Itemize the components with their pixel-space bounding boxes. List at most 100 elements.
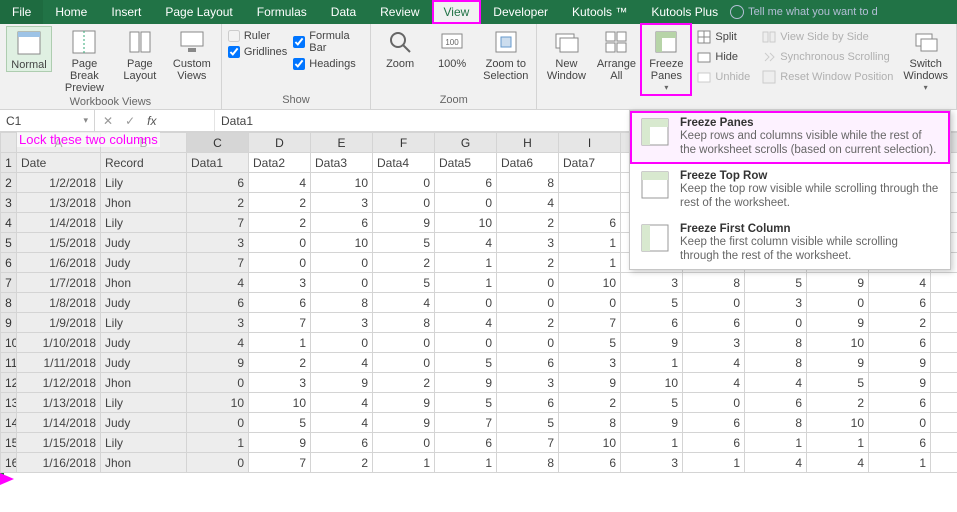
- cell[interactable]: 1/16/2018: [17, 453, 101, 473]
- cell[interactable]: 4: [683, 373, 745, 393]
- tell-me[interactable]: Tell me what you want to d: [730, 0, 890, 24]
- cell[interactable]: 8: [373, 313, 435, 333]
- cell[interactable]: Data4: [373, 153, 435, 173]
- cell[interactable]: [931, 313, 957, 333]
- cell[interactable]: 2: [249, 213, 311, 233]
- cell[interactable]: 6: [683, 413, 745, 433]
- cell[interactable]: 1: [435, 253, 497, 273]
- split-button[interactable]: Split: [693, 28, 754, 46]
- cell[interactable]: 9: [311, 373, 373, 393]
- cell[interactable]: 1: [807, 433, 869, 453]
- cell[interactable]: Date: [17, 153, 101, 173]
- cell[interactable]: [931, 413, 957, 433]
- custom-views-button[interactable]: Custom Views: [169, 26, 215, 82]
- zoom-to-selection-button[interactable]: Zoom to Selection: [481, 26, 530, 82]
- page-break-preview-button[interactable]: Page Break Preview: [58, 26, 111, 94]
- cell[interactable]: 1/11/2018: [17, 353, 101, 373]
- cell[interactable]: 10: [311, 173, 373, 193]
- cell[interactable]: 5: [621, 293, 683, 313]
- cell[interactable]: 3: [683, 333, 745, 353]
- cell[interactable]: 6: [869, 293, 931, 313]
- cell[interactable]: 1: [559, 253, 621, 273]
- cell[interactable]: [559, 193, 621, 213]
- freeze-panes-dropdown[interactable]: Freeze Panes ▾: [643, 26, 689, 93]
- tab-kutools-plus[interactable]: Kutools Plus: [639, 0, 730, 24]
- column-header-D[interactable]: D: [249, 133, 311, 153]
- cell[interactable]: 8: [497, 173, 559, 193]
- cell[interactable]: Jhon: [101, 273, 187, 293]
- menu-freeze-first-column[interactable]: Freeze First ColumnKeep the first column…: [630, 217, 950, 270]
- cell[interactable]: 0: [435, 193, 497, 213]
- cell[interactable]: 4: [435, 233, 497, 253]
- cell[interactable]: 7: [435, 413, 497, 433]
- cell[interactable]: 0: [683, 393, 745, 413]
- cell[interactable]: 5: [373, 233, 435, 253]
- cell[interactable]: [931, 393, 957, 413]
- cell[interactable]: 4: [807, 453, 869, 473]
- cell[interactable]: Jhon: [101, 373, 187, 393]
- tab-data[interactable]: Data: [319, 0, 368, 24]
- cell[interactable]: [931, 373, 957, 393]
- zoom-button[interactable]: Zoom: [377, 26, 423, 70]
- cell[interactable]: 1: [435, 273, 497, 293]
- cell[interactable]: 5: [435, 393, 497, 413]
- cell[interactable]: 0: [373, 333, 435, 353]
- select-all-cell[interactable]: [1, 133, 17, 153]
- cell[interactable]: 2: [187, 193, 249, 213]
- formula-bar-checkbox[interactable]: Formula Bar: [293, 30, 364, 54]
- cell[interactable]: 0: [187, 453, 249, 473]
- cell[interactable]: [931, 273, 957, 293]
- cell[interactable]: 8: [683, 273, 745, 293]
- cell[interactable]: 6: [869, 433, 931, 453]
- cell[interactable]: 3: [497, 233, 559, 253]
- cell[interactable]: 2: [373, 373, 435, 393]
- cell[interactable]: 6: [311, 213, 373, 233]
- cell[interactable]: 4: [373, 293, 435, 313]
- cell[interactable]: 1/3/2018: [17, 193, 101, 213]
- row-header-3[interactable]: 3: [1, 193, 17, 213]
- cell[interactable]: Judy: [101, 293, 187, 313]
- cell[interactable]: 0: [311, 273, 373, 293]
- cell[interactable]: 2: [249, 353, 311, 373]
- cell[interactable]: 6: [497, 353, 559, 373]
- cell[interactable]: 9: [621, 413, 683, 433]
- cell[interactable]: 5: [249, 413, 311, 433]
- cell[interactable]: 4: [311, 393, 373, 413]
- cell[interactable]: [931, 353, 957, 373]
- cell[interactable]: 2: [559, 393, 621, 413]
- cell[interactable]: Data5: [435, 153, 497, 173]
- cell[interactable]: 6: [621, 313, 683, 333]
- cell[interactable]: 1/8/2018: [17, 293, 101, 313]
- cell[interactable]: 7: [249, 453, 311, 473]
- arrange-all-button[interactable]: Arrange All: [593, 26, 639, 82]
- cell[interactable]: Lily: [101, 213, 187, 233]
- cell[interactable]: Lily: [101, 313, 187, 333]
- cell[interactable]: 7: [187, 253, 249, 273]
- cell[interactable]: 5: [807, 373, 869, 393]
- cell[interactable]: 10: [187, 393, 249, 413]
- cell[interactable]: 1: [683, 453, 745, 473]
- cell[interactable]: 4: [745, 373, 807, 393]
- cell[interactable]: Record: [101, 153, 187, 173]
- tab-home[interactable]: Home: [43, 0, 99, 24]
- row-header-16[interactable]: 16: [1, 453, 17, 473]
- row-header-9[interactable]: 9: [1, 313, 17, 333]
- cell[interactable]: Judy: [101, 413, 187, 433]
- cell[interactable]: Data1: [187, 153, 249, 173]
- normal-view-button[interactable]: Normal: [6, 26, 52, 72]
- cell[interactable]: 0: [683, 293, 745, 313]
- cell[interactable]: Judy: [101, 233, 187, 253]
- name-box[interactable]: C1▾: [0, 110, 95, 131]
- cell[interactable]: 8: [745, 333, 807, 353]
- cell[interactable]: 0: [497, 333, 559, 353]
- cell[interactable]: 9: [869, 373, 931, 393]
- tab-review[interactable]: Review: [368, 0, 431, 24]
- cell[interactable]: 1/5/2018: [17, 233, 101, 253]
- column-header-H[interactable]: H: [497, 133, 559, 153]
- cell[interactable]: Judy: [101, 253, 187, 273]
- cell[interactable]: 2: [311, 453, 373, 473]
- cell[interactable]: 6: [869, 393, 931, 413]
- cell[interactable]: 6: [559, 453, 621, 473]
- cell[interactable]: 4: [745, 453, 807, 473]
- cell[interactable]: 6: [559, 213, 621, 233]
